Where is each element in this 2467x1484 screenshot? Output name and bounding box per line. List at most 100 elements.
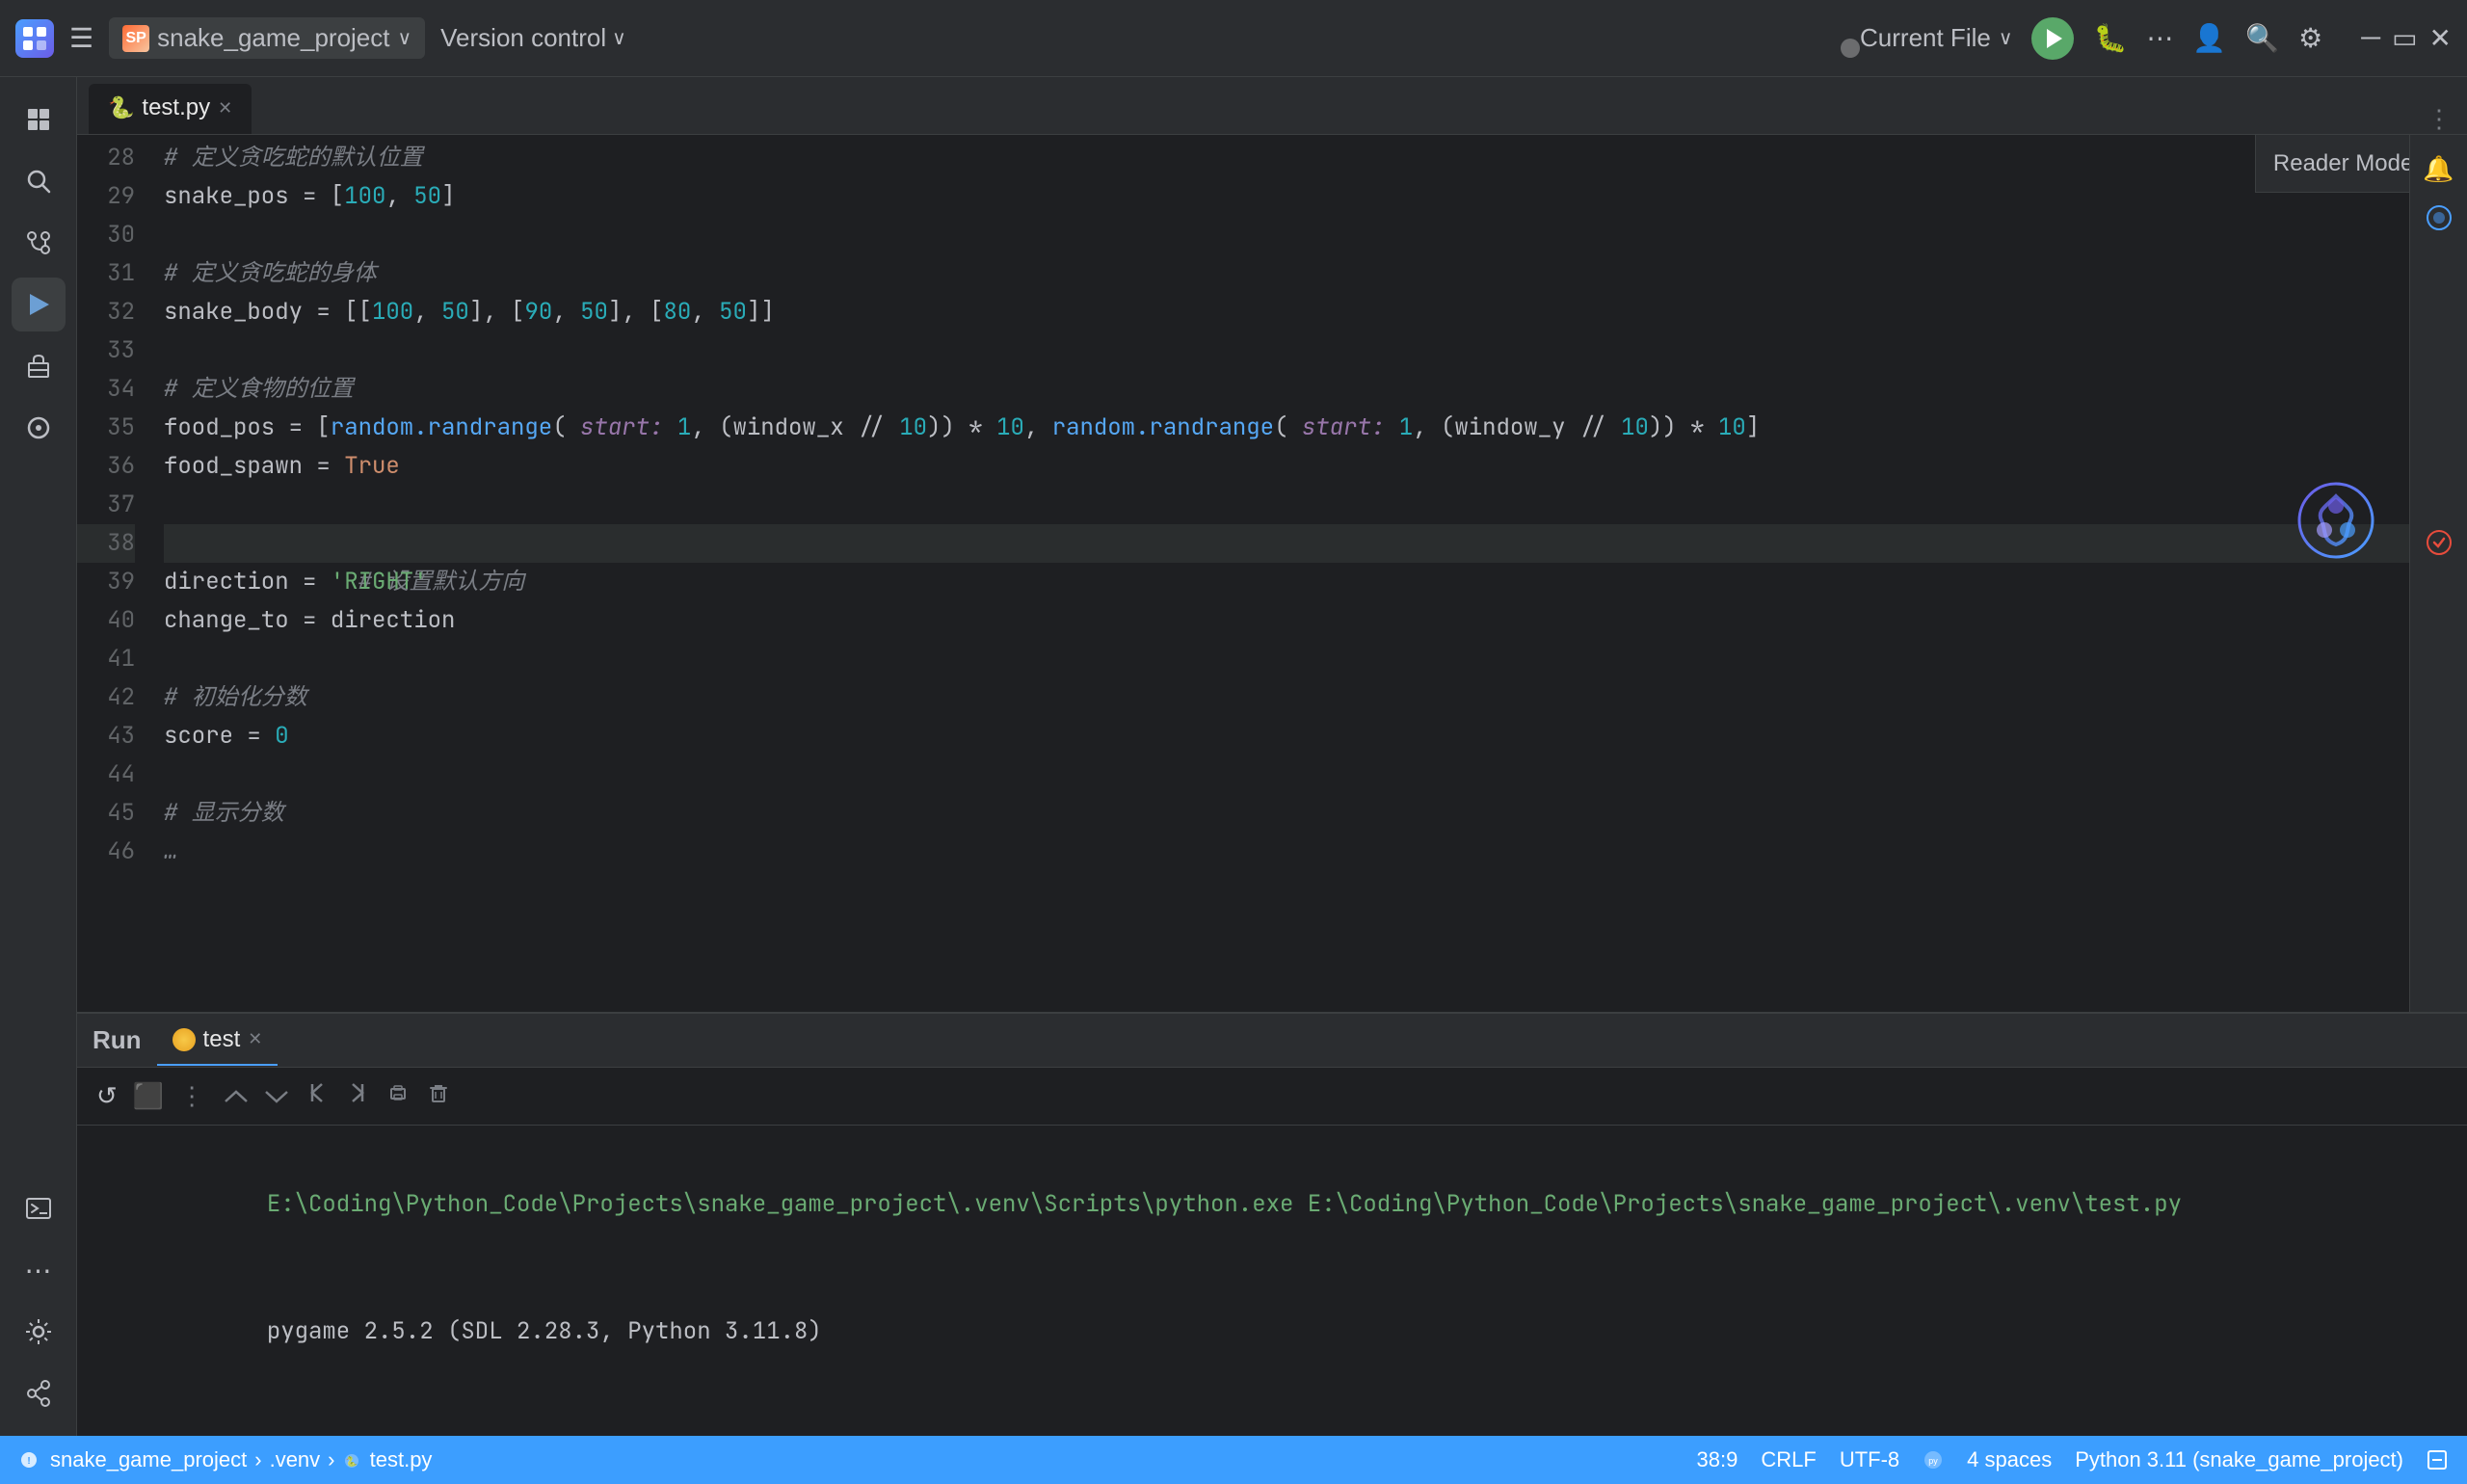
code-line-29: snake_pos = [100, 50] xyxy=(164,177,2455,216)
sidebar-item-git[interactable] xyxy=(12,216,66,270)
run-tab-test[interactable]: test ✕ xyxy=(157,1016,279,1066)
code-line-40: change_to = direction xyxy=(164,601,2455,640)
status-breadcrumb-venv: .venv xyxy=(270,1447,321,1472)
app-icon xyxy=(15,19,54,58)
project-icon: SP xyxy=(122,25,149,52)
run-output: E:\Coding\Python_Code\Projects\snake_gam… xyxy=(77,1126,2467,1436)
output-line-pygame: pygame 2.5.2 (SDL 2.28.3, Python 3.11.8) xyxy=(100,1268,2444,1395)
code-line-46: … xyxy=(164,833,2455,871)
tab-bar: 🐍 test.py ✕ ⋮ xyxy=(77,77,2467,135)
run-tab-sun-icon xyxy=(172,1028,196,1051)
sidebar-item-packages[interactable] xyxy=(12,339,66,393)
scroll-to-last-icon[interactable] xyxy=(345,1080,370,1112)
code-line-38: # 设置默认方向 xyxy=(164,524,2455,563)
python-env-icon: py xyxy=(1923,1449,1944,1471)
sidebar-item-share[interactable] xyxy=(12,1366,66,1420)
project-badge[interactable]: SP snake_game_project ∨ xyxy=(109,17,425,59)
scroll-to-first-icon[interactable] xyxy=(305,1080,330,1112)
status-breadcrumb: ! snake_game_project › .venv › 🐍 test.py xyxy=(19,1447,432,1472)
sidebar-item-more[interactable]: ⋯ xyxy=(12,1243,66,1297)
run-panel-header: Run test ✕ xyxy=(77,1014,2467,1068)
account-icon[interactable]: 👤 xyxy=(2192,22,2226,54)
current-file-button[interactable]: Current File ∨ xyxy=(1860,23,2012,53)
status-encoding: UTF-8 xyxy=(1840,1447,1899,1472)
code-line-37 xyxy=(164,486,2455,524)
tab-close-icon[interactable]: ✕ xyxy=(218,98,232,119)
version-chevron-icon: ∨ xyxy=(612,26,626,50)
output-line-path: E:\Coding\Python_Code\Projects\snake_gam… xyxy=(100,1141,2444,1268)
sidebar-item-git2[interactable] xyxy=(12,401,66,455)
writable-icon xyxy=(2427,1449,2448,1471)
status-line-ending: CRLF xyxy=(1761,1447,1816,1472)
svg-text:py: py xyxy=(1928,1456,1938,1466)
run-panel-title: Run xyxy=(93,1025,142,1055)
more-options-icon[interactable]: ⋯ xyxy=(2146,22,2173,54)
plugin-icon-2[interactable] xyxy=(2425,528,2454,564)
maximize-button[interactable]: ▭ xyxy=(2392,22,2417,54)
code-line-36: food_spawn = True xyxy=(164,447,2455,486)
close-button[interactable]: ✕ xyxy=(2429,22,2452,54)
status-project: snake_game_project xyxy=(50,1447,247,1472)
left-sidebar: ⋯ xyxy=(0,77,77,1436)
python-file-icon: 🐍 xyxy=(108,95,134,120)
run-panel: Run test ✕ ↺ ⬛ ⋮ xyxy=(77,1012,2467,1436)
minimize-button[interactable]: ─ xyxy=(2361,22,2380,54)
tab-more-icon[interactable]: ⋮ xyxy=(2427,104,2452,134)
tab-testpy[interactable]: 🐍 test.py ✕ xyxy=(89,84,252,134)
reader-mode-label: Reader Mode xyxy=(2273,150,2413,177)
status-bar: ! snake_game_project › .venv › 🐍 test.py… xyxy=(0,1436,2467,1484)
toolbar-rerun-icon[interactable]: ↺ xyxy=(96,1081,118,1111)
scroll-up-button[interactable] xyxy=(224,1088,249,1105)
code-line-28: # 定义贪吃蛇的默认位置 xyxy=(164,139,2455,177)
current-file-label: Current File xyxy=(1860,23,1991,53)
status-indent: 4 spaces xyxy=(1967,1447,2052,1472)
settings-icon[interactable]: ⚙ xyxy=(2298,22,2322,54)
toolbar-more-icon[interactable]: ⋮ xyxy=(179,1081,204,1111)
code-line-35: food_pos = [random.randrange( start: 1, … xyxy=(164,409,2455,447)
svg-text:!: ! xyxy=(27,1456,30,1467)
code-line-42: # 初始化分数 xyxy=(164,678,2455,717)
status-right: 38:9 CRLF UTF-8 py 4 spaces Python 3.11 … xyxy=(1697,1447,2448,1472)
sidebar-item-run[interactable] xyxy=(12,278,66,331)
code-content[interactable]: # 定义贪吃蛇的默认位置 snake_pos = [100, 50] # 定义贪… xyxy=(154,135,2455,1012)
debug-icon[interactable]: 🐛 xyxy=(2093,22,2127,54)
trefoil-logo xyxy=(2297,482,2374,566)
code-line-44 xyxy=(164,755,2455,794)
sidebar-item-settings[interactable] xyxy=(12,1305,66,1359)
run-tab-close-icon[interactable]: ✕ xyxy=(248,1029,262,1049)
status-position: 38:9 xyxy=(1697,1447,1738,1472)
code-line-30 xyxy=(164,216,2455,254)
notification-bell-icon[interactable]: 🔔 xyxy=(2423,154,2454,184)
scroll-down-button[interactable] xyxy=(264,1088,289,1105)
hamburger-icon[interactable]: ☰ xyxy=(69,22,93,54)
editor-area[interactable]: Reader Mode ✓ 28 29 30 31 32 33 34 35 xyxy=(77,135,2467,1012)
line-numbers: 28 29 30 31 32 33 34 35 36 37 38 39 40 4… xyxy=(77,135,154,1012)
sidebar-item-files[interactable] xyxy=(12,93,66,146)
print-icon[interactable] xyxy=(385,1080,411,1112)
code-line-33 xyxy=(164,331,2455,370)
status-breadcrumb-file: 🐍 test.py xyxy=(343,1447,433,1472)
sidebar-item-terminal[interactable] xyxy=(12,1181,66,1235)
status-python-version: Python 3.11 (snake_game_project) xyxy=(2075,1447,2403,1472)
main-layout: ⋯ xyxy=(0,77,2467,1436)
version-control-label: Version control xyxy=(440,23,606,53)
plugin-icon-1[interactable] xyxy=(2425,203,2454,239)
code-line-32: snake_body = [[100, 50], [90, 50], [80, … xyxy=(164,293,2455,331)
sidebar-item-search[interactable] xyxy=(12,154,66,208)
run-button[interactable] xyxy=(2031,17,2074,60)
output-line-hello: Hello from the pygame community. https:/… xyxy=(100,1395,2444,1436)
version-control-btn[interactable]: Version control ∨ xyxy=(440,23,626,53)
code-line-45: # 显示分数 xyxy=(164,794,2455,833)
code-line-31: # 定义贪吃蛇的身体 xyxy=(164,254,2455,293)
tab-label: test.py xyxy=(142,94,210,121)
toolbar-stop-icon[interactable]: ⬛ xyxy=(133,1081,164,1111)
search-icon[interactable]: 🔍 xyxy=(2245,22,2279,54)
title-bar: ☰ SP snake_game_project ∨ Version contro… xyxy=(0,0,2467,77)
code-line-34: # 定义食物的位置 xyxy=(164,370,2455,409)
delete-icon[interactable] xyxy=(426,1080,451,1112)
notification-panel: 🔔 xyxy=(2409,135,2467,1012)
project-chevron-icon: ∨ xyxy=(398,26,412,50)
svg-text:🐍: 🐍 xyxy=(345,1455,357,1468)
run-triangle-icon xyxy=(2047,29,2062,48)
status-arrow2: › xyxy=(328,1447,334,1472)
